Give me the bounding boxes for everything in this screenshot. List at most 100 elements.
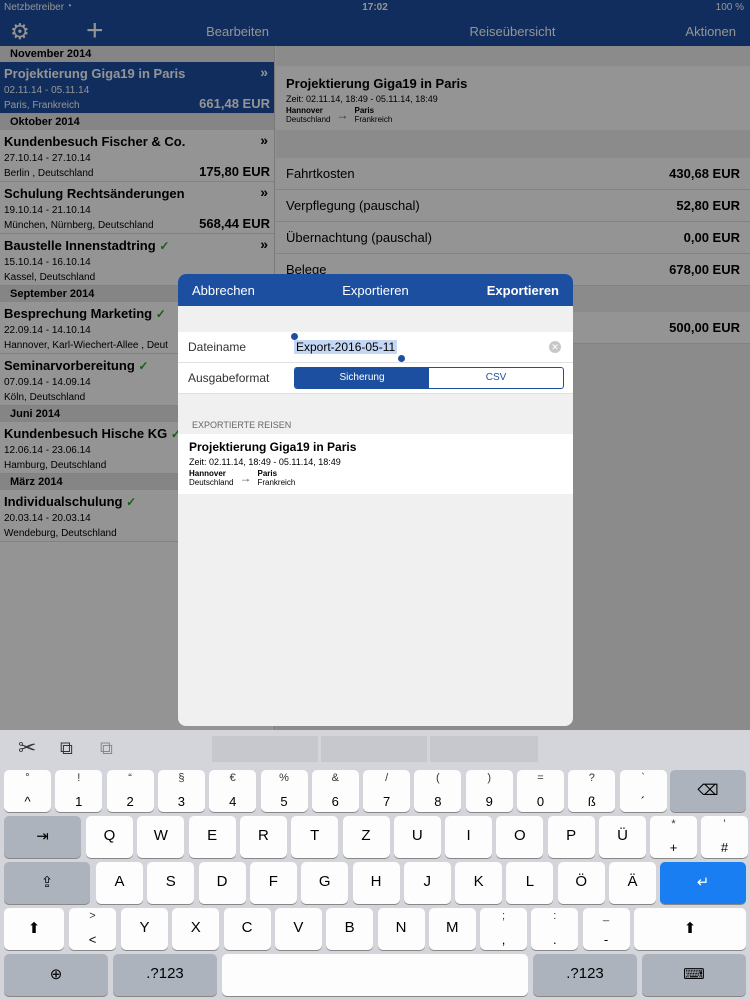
- key-shift-char: /: [385, 772, 389, 784]
- key[interactable]: D: [198, 862, 246, 904]
- numbers-key[interactable]: .?123: [533, 954, 637, 996]
- key[interactable]: R: [239, 816, 287, 858]
- key-char: -: [603, 932, 609, 947]
- key[interactable]: “2: [106, 770, 154, 812]
- suggestion-slot[interactable]: [430, 736, 538, 762]
- key[interactable]: M: [428, 908, 476, 950]
- key[interactable]: /7: [363, 770, 411, 812]
- suggestion-slot[interactable]: [212, 736, 318, 762]
- key-char: S: [165, 873, 176, 890]
- key[interactable]: = 0: [517, 770, 564, 812]
- key[interactable]: ! 1: [55, 770, 103, 812]
- key-char: J: [423, 873, 432, 890]
- key[interactable]: > <: [69, 908, 116, 950]
- globe-key[interactable]: ⊕: [4, 954, 108, 996]
- format-option-backup[interactable]: Sicherung: [295, 368, 429, 388]
- key-char: W: [153, 827, 168, 844]
- key-char: 5: [280, 794, 288, 809]
- export-button[interactable]: Exportieren: [487, 283, 559, 298]
- key-char: 0: [536, 794, 545, 809]
- globe-icon: ⊕: [49, 966, 63, 983]
- key[interactable]: Y: [121, 908, 168, 950]
- key-char: 1: [75, 794, 83, 809]
- to-city: Paris: [257, 469, 278, 478]
- key[interactable]: C: [223, 908, 271, 950]
- key[interactable]: P: [547, 816, 595, 858]
- key[interactable]: & 6: [311, 770, 359, 812]
- key-char: Ä: [627, 873, 638, 890]
- key[interactable]: :.: [531, 908, 579, 950]
- key[interactable]: Ö: [557, 862, 605, 904]
- shift-key[interactable]: ⬆: [4, 908, 64, 950]
- key[interactable]: _ -: [582, 908, 630, 950]
- key[interactable]: W: [137, 816, 185, 858]
- key[interactable]: ° ^: [4, 770, 51, 812]
- key[interactable]: X: [172, 908, 220, 950]
- filename-row: Dateiname Export-2016-05-11 ✕: [178, 332, 573, 363]
- key[interactable]: Ü: [599, 816, 646, 858]
- key-shift-char: `: [641, 772, 645, 784]
- clear-icon[interactable]: ✕: [549, 341, 561, 353]
- backspace-key[interactable]: ⌫: [670, 770, 746, 812]
- format-option-csv[interactable]: CSV: [429, 368, 563, 388]
- key[interactable]: H: [352, 862, 400, 904]
- key[interactable]: F: [249, 862, 297, 904]
- suggestion-slot[interactable]: [321, 736, 427, 762]
- key-char: <: [88, 932, 97, 947]
- key[interactable]: I: [445, 816, 493, 858]
- key-shift-char: €: [229, 772, 236, 784]
- paste-icon[interactable]: ⧉: [100, 738, 113, 759]
- key-char: Q: [103, 827, 116, 844]
- exported-trip-title: Projektierung Giga19 in Paris: [189, 440, 357, 454]
- key[interactable]: L: [506, 862, 554, 904]
- key[interactable]: % 5: [260, 770, 308, 812]
- hide-keyboard-key[interactable]: ⌨: [642, 954, 746, 996]
- keyboard-hide-icon: ⌨: [683, 966, 705, 983]
- key[interactable]: A: [96, 862, 143, 904]
- key[interactable]: Ä: [609, 862, 656, 904]
- capslock-key[interactable]: ⇪: [4, 862, 90, 904]
- key[interactable]: €4: [209, 770, 257, 812]
- cut-icon[interactable]: ✂: [18, 735, 36, 761]
- key[interactable]: N: [377, 908, 425, 950]
- key-char: Z: [361, 827, 371, 844]
- selection-handle-end[interactable]: [398, 355, 405, 362]
- numbers-key[interactable]: .?123: [113, 954, 217, 996]
- exported-trip-time: Zeit: 02.11.14, 18:49 - 05.11.14, 18:49: [189, 457, 341, 467]
- key[interactable]: * +: [650, 816, 697, 858]
- key[interactable]: S: [147, 862, 195, 904]
- dialog-nav: Exportieren Abbrechen Exportieren: [178, 274, 573, 306]
- key-char: K: [473, 873, 484, 890]
- key[interactable]: B: [326, 908, 374, 950]
- key[interactable]: V: [274, 908, 322, 950]
- format-segmented-control: Sicherung CSV: [294, 367, 564, 389]
- return-key[interactable]: ↵: [660, 862, 746, 904]
- key[interactable]: U: [393, 816, 441, 858]
- key-char: U: [411, 827, 423, 844]
- key[interactable]: O: [496, 816, 544, 858]
- key[interactable]: T: [291, 816, 339, 858]
- key[interactable]: ’ #: [701, 816, 748, 858]
- key-char: A: [114, 873, 125, 890]
- filename-field[interactable]: Export-2016-05-11: [294, 340, 398, 354]
- key[interactable]: ) 9: [465, 770, 513, 812]
- tab-key[interactable]: ⇥: [4, 816, 81, 858]
- key[interactable]: ` ´: [619, 770, 667, 812]
- key[interactable]: Q: [86, 816, 133, 858]
- cancel-button[interactable]: Abbrechen: [192, 283, 255, 298]
- selection-handle-start[interactable]: [291, 333, 298, 340]
- space-key[interactable]: [222, 954, 528, 996]
- key[interactable]: § 3: [157, 770, 205, 812]
- from-country: Deutschland: [189, 478, 234, 487]
- key[interactable]: G: [301, 862, 349, 904]
- copy-icon[interactable]: ⧉: [60, 738, 73, 759]
- key[interactable]: (8: [414, 770, 462, 812]
- return-icon: ↵: [696, 874, 710, 891]
- key[interactable]: ? ß: [568, 770, 616, 812]
- shift-key[interactable]: ⬆: [634, 908, 746, 950]
- key[interactable]: E: [188, 816, 236, 858]
- key[interactable]: ;,: [480, 908, 527, 950]
- key[interactable]: J: [403, 862, 451, 904]
- key[interactable]: K: [455, 862, 503, 904]
- key[interactable]: Z: [342, 816, 390, 858]
